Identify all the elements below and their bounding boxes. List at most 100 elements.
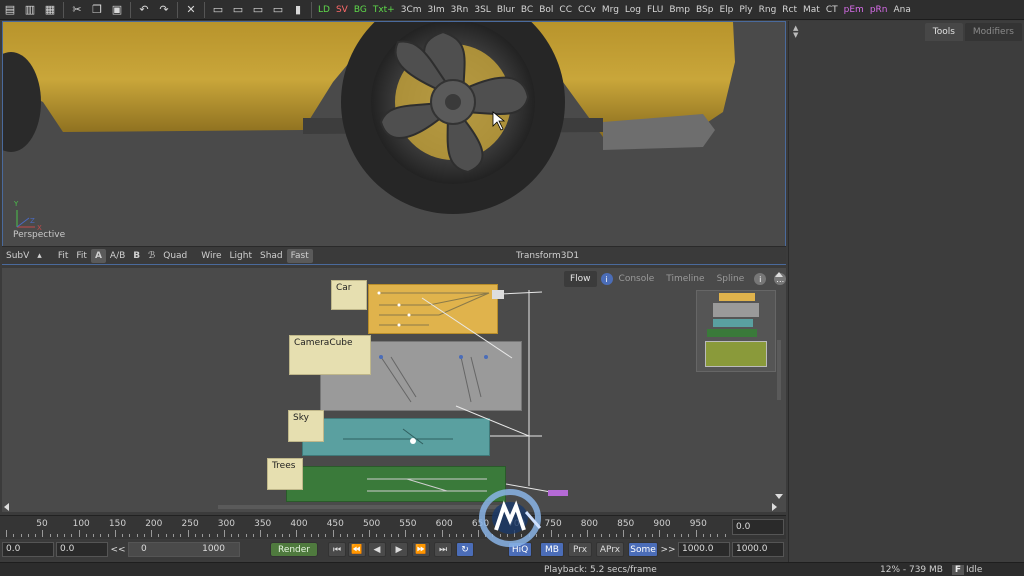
flow-vertical-scrollbar[interactable]	[774, 270, 784, 502]
redo-icon[interactable]: ↷	[156, 2, 172, 18]
tool-bg[interactable]: BG	[351, 1, 370, 19]
quad-button[interactable]: Quad	[159, 249, 191, 263]
copy-icon[interactable]: ❐	[89, 2, 105, 18]
ruler-minor-tick	[281, 534, 283, 537]
tool-ccv[interactable]: CCv	[575, 1, 599, 19]
paste-icon[interactable]: ▣	[109, 2, 125, 18]
shadow-button[interactable]: Shad	[256, 249, 287, 263]
perspective-label: Perspective	[13, 230, 66, 240]
tool-mat[interactable]: Mat	[800, 1, 823, 19]
view-a-button[interactable]: A	[90, 248, 106, 263]
tool-3rn[interactable]: 3Rn	[448, 1, 472, 19]
ruler-minor-tick	[209, 534, 211, 537]
render-button[interactable]: Render	[270, 542, 318, 557]
fit-dropdown-button[interactable]: Fit	[72, 249, 91, 263]
tool-ld[interactable]: LD	[315, 1, 333, 19]
range-start-arrow[interactable]: <<	[110, 542, 126, 557]
time-ruler[interactable]: 5010015020025030035040045050055060065070…	[0, 515, 786, 539]
minimap-trees	[707, 329, 757, 337]
ruler-minor-tick	[172, 534, 174, 537]
fit-button[interactable]: Fit	[54, 249, 73, 263]
step-forward-icon[interactable]: ⏩	[412, 542, 430, 557]
tab-modifiers[interactable]: Modifiers	[964, 23, 1022, 41]
merge-node[interactable]	[492, 290, 504, 299]
view-ab-button[interactable]: A/B	[106, 249, 129, 263]
tool-3cm[interactable]: 3Cm	[398, 1, 425, 19]
tool-pem[interactable]: pEm	[841, 1, 867, 19]
3d-viewer[interactable]: Y X Z Perspective	[2, 21, 786, 265]
ruler-minor-tick	[274, 534, 276, 537]
tool-elp[interactable]: Elp	[716, 1, 736, 19]
tool-txt[interactable]: Txt+	[370, 1, 398, 19]
ruler-minor-tick	[673, 534, 675, 537]
script-icon[interactable]: ▮	[290, 2, 306, 18]
dropdown-arrow-icon[interactable]: ▴	[33, 249, 46, 263]
spin-arrows-icon[interactable]: ▲ ▼	[793, 25, 803, 39]
ruler-minor-tick	[710, 534, 712, 537]
wheel-center-cap	[445, 94, 461, 110]
save-icon[interactable]: ▦	[42, 2, 58, 18]
tool-ct[interactable]: CT	[823, 1, 841, 19]
ruler-tick-label: 800	[580, 519, 598, 529]
view-b-button[interactable]: B	[129, 249, 144, 263]
subview-button[interactable]: SubV	[2, 249, 33, 263]
tool-mrg[interactable]: Mrg	[599, 1, 622, 19]
ruler-minor-tick	[412, 534, 414, 537]
layout-1-icon[interactable]: ▭	[210, 2, 226, 18]
render-start-field[interactable]: 0.0	[56, 542, 108, 557]
lut-icon[interactable]: ℬ	[144, 249, 159, 263]
layout-4-icon[interactable]: ▭	[270, 2, 286, 18]
ruler-minor-tick	[194, 534, 196, 537]
tools-icon[interactable]: ✕	[183, 2, 199, 18]
goto-start-icon[interactable]: ⏮	[328, 542, 346, 557]
tool-sv[interactable]: SV	[333, 1, 351, 19]
ruler-tick	[151, 530, 153, 537]
ruler-minor-tick	[615, 534, 617, 537]
new-file-icon[interactable]: ▤	[2, 2, 18, 18]
tool-flu[interactable]: FLU	[644, 1, 666, 19]
range-end-arrow[interactable]: >>	[660, 542, 676, 557]
ruler-minor-tick	[107, 534, 109, 537]
flow-minimap[interactable]	[696, 290, 776, 372]
flow-editor[interactable]: Flow i Console Timeline Spline i … Car C…	[2, 268, 786, 512]
step-back-icon[interactable]: ⏪	[348, 542, 366, 557]
some-button[interactable]: Some	[628, 542, 658, 557]
layout-2-icon[interactable]: ▭	[230, 2, 246, 18]
tool-bol[interactable]: Bol	[536, 1, 556, 19]
light-button[interactable]: Light	[226, 249, 256, 263]
prx-button[interactable]: Prx	[568, 542, 592, 557]
tool-rct[interactable]: Rct	[779, 1, 800, 19]
current-time-field[interactable]: 0.0	[732, 519, 784, 535]
undo-icon[interactable]: ↶	[136, 2, 152, 18]
global-end-field[interactable]: 1000.0	[732, 542, 784, 557]
range-slider[interactable]: 0 1000	[128, 542, 240, 557]
ruler-minor-tick	[419, 534, 421, 537]
wire-button[interactable]: Wire	[197, 249, 225, 263]
flow-horizontal-scrollbar[interactable]	[2, 502, 786, 512]
open-icon[interactable]: ▥	[22, 2, 38, 18]
tool-3sl[interactable]: 3SL	[471, 1, 493, 19]
cut-icon[interactable]: ✂	[69, 2, 85, 18]
tool-ana[interactable]: Ana	[890, 1, 913, 19]
tool-bsp[interactable]: BSp	[693, 1, 716, 19]
tool-blur[interactable]: Blur	[494, 1, 518, 19]
transport-bar: 0.0 0.0 << 0 1000 Render ⏮ ⏪ ◀ ▶ ⏩ ⏭ ↻ H…	[0, 540, 786, 560]
goto-end-icon[interactable]: ⏭	[434, 542, 452, 557]
tool-ply[interactable]: Ply	[736, 1, 755, 19]
play-reverse-icon[interactable]: ◀	[368, 542, 386, 557]
tool-log[interactable]: Log	[622, 1, 644, 19]
tool-rng[interactable]: Rng	[756, 1, 780, 19]
tool-cc[interactable]: CC	[556, 1, 575, 19]
tool-prn[interactable]: pRn	[867, 1, 891, 19]
tool-bc[interactable]: BC	[518, 1, 536, 19]
tab-tools[interactable]: Tools	[924, 23, 963, 41]
global-start-field[interactable]: 0.0	[2, 542, 54, 557]
layout-3-icon[interactable]: ▭	[250, 2, 266, 18]
render-end-field[interactable]: 1000.0	[678, 542, 730, 557]
play-icon[interactable]: ▶	[390, 542, 408, 557]
tool-bmp[interactable]: Bmp	[666, 1, 693, 19]
tool-3im[interactable]: 3Im	[425, 1, 448, 19]
fast-button[interactable]: Fast	[286, 248, 313, 263]
minimap-viewport[interactable]	[705, 341, 767, 367]
aprx-button[interactable]: APrx	[596, 542, 624, 557]
